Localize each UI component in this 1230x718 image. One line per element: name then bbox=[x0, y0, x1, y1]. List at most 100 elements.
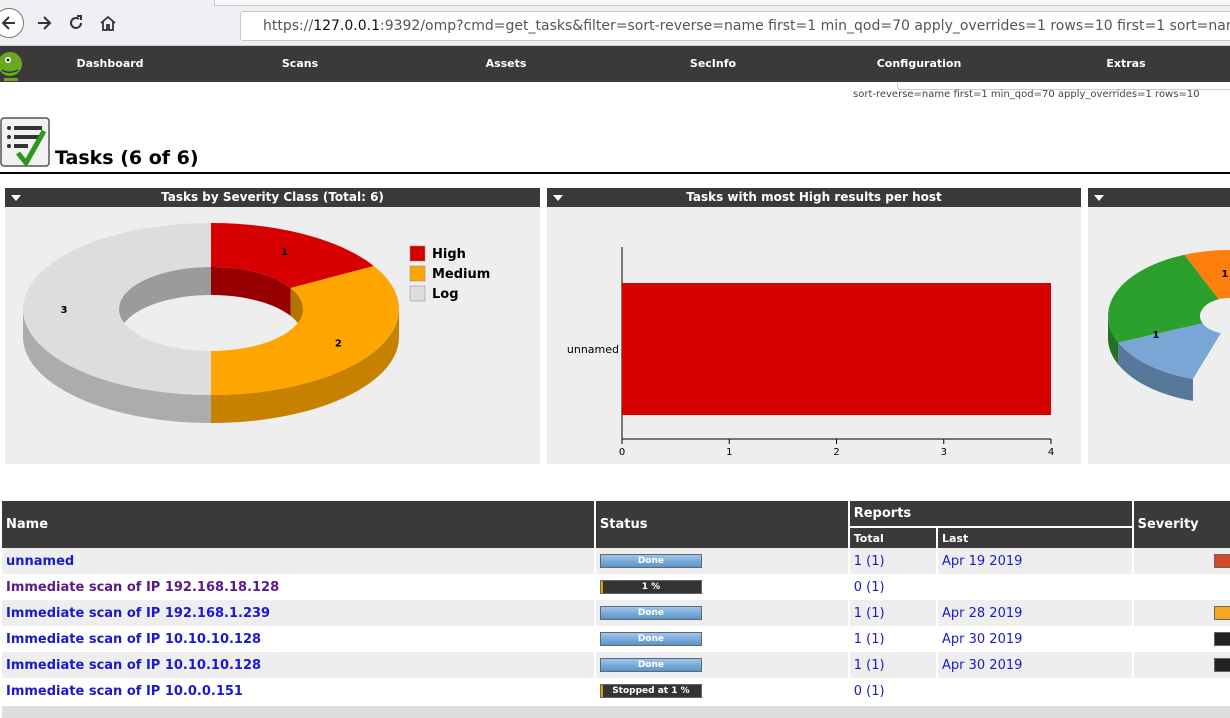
menu-scans[interactable]: Scans bbox=[230, 46, 370, 82]
x-tick-label: 1 bbox=[726, 447, 732, 458]
legend-swatch-medium bbox=[409, 265, 426, 282]
reports-last-cell: Apr 30 2019 bbox=[938, 652, 1132, 678]
column-header-status[interactable]: Status bbox=[595, 501, 848, 548]
menu-configuration[interactable]: Configuration bbox=[849, 46, 989, 82]
status-bar: Stopped at 1 % bbox=[599, 684, 702, 698]
legend-swatch-high bbox=[409, 245, 426, 262]
reports-total-link[interactable]: 0 (1) bbox=[854, 580, 885, 595]
column-header-total[interactable]: Total bbox=[849, 526, 936, 548]
reports-total-link[interactable]: 1 (1) bbox=[854, 554, 885, 569]
url-bar[interactable]: https://127.0.0.1:9392/omp?cmd=get_tasks… bbox=[240, 11, 1230, 41]
x-tick-label: 3 bbox=[941, 447, 947, 458]
task-name-cell: Immediate scan of IP 192.168.1.239 bbox=[2, 600, 594, 626]
column-header-name[interactable]: Name bbox=[2, 501, 594, 548]
reports-total-link[interactable]: 1 (1) bbox=[854, 606, 885, 621]
severity-cell bbox=[1133, 600, 1230, 626]
task-name-cell: Immediate scan of IP 10.10.10.128 bbox=[2, 626, 594, 652]
table-row: Immediate scan of IP 192.168.18.128 1 % 0 … bbox=[2, 574, 1230, 600]
menu-dashboard[interactable]: Dashboard bbox=[40, 46, 180, 82]
reports-total-link[interactable]: 0 (1) bbox=[854, 684, 885, 699]
tab-strip bbox=[214, 0, 1230, 6]
reports-last-cell: Apr 19 2019 bbox=[938, 548, 1132, 574]
progress-fill bbox=[600, 581, 603, 593]
legend-swatch-log bbox=[409, 285, 426, 302]
reports-total-cell: 0 (1) bbox=[849, 574, 936, 600]
reports-total-cell: 1 (1) bbox=[849, 652, 936, 678]
donut3-value-label: 1 bbox=[1153, 330, 1160, 341]
third-panel-header[interactable] bbox=[1088, 188, 1230, 207]
third-chart-panel: 11 bbox=[1088, 188, 1230, 464]
task-status-cell: Done bbox=[595, 626, 848, 652]
reports-total-cell: 1 (1) bbox=[849, 626, 936, 652]
bar-unnamed bbox=[622, 283, 1051, 415]
task-name-link[interactable]: Immediate scan of IP 10.10.10.128 bbox=[6, 632, 261, 647]
task-status-cell: Done bbox=[595, 652, 848, 678]
third-donut-chart: 11 bbox=[1108, 250, 1230, 401]
table-row: Immediate scan of IP 192.168.1.239 Done 1 … bbox=[2, 600, 1230, 626]
home-button[interactable] bbox=[94, 9, 122, 37]
tasks-icon bbox=[0, 117, 50, 167]
task-name-link[interactable]: Immediate scan of IP 10.10.10.128 bbox=[6, 658, 261, 673]
tasks-table: Name Status Reports Severity Total Last … bbox=[0, 501, 1230, 704]
reports-last-cell bbox=[938, 678, 1132, 704]
reports-total-cell: 1 (1) bbox=[849, 548, 936, 574]
reports-total-cell: 1 (1) bbox=[849, 600, 936, 626]
task-name-link[interactable]: Immediate scan of IP 192.168.1.239 bbox=[6, 606, 270, 621]
arrow-left-icon bbox=[1, 16, 15, 30]
high-results-bar-chart: unnamed 0 1 2 3 4 bbox=[567, 247, 1054, 458]
menu-secinfo[interactable]: SecInfo bbox=[643, 46, 783, 82]
task-name-cell: Immediate scan of IP 192.168.18.128 bbox=[2, 574, 594, 600]
status-text: Done bbox=[637, 660, 664, 670]
column-group-reports: Reports bbox=[849, 501, 1132, 527]
severity-bar bbox=[1213, 606, 1230, 620]
table-footer bbox=[2, 706, 1230, 718]
status-bar: Done bbox=[599, 554, 702, 568]
task-name-link[interactable]: unnamed bbox=[6, 554, 74, 569]
legend-label-high: High bbox=[432, 247, 466, 262]
dropdown-triangle-icon[interactable] bbox=[1094, 195, 1104, 201]
dropdown-triangle-icon[interactable] bbox=[553, 195, 563, 201]
task-status-cell: Done bbox=[595, 548, 848, 574]
x-tick-label: 4 bbox=[1048, 447, 1054, 458]
greenbone-logo-icon[interactable] bbox=[0, 48, 24, 84]
menu-assets[interactable]: Assets bbox=[436, 46, 576, 82]
status-bar: Done bbox=[599, 658, 702, 672]
column-header-last[interactable]: Last bbox=[938, 526, 1132, 548]
forward-button[interactable] bbox=[30, 9, 58, 37]
task-name-link[interactable]: Immediate scan of IP 10.0.0.151 bbox=[6, 684, 243, 699]
reports-last-link[interactable]: Apr 28 2019 bbox=[942, 606, 1022, 621]
donut-value-label: 1 bbox=[281, 247, 288, 258]
column-header-severity[interactable]: Severity bbox=[1133, 501, 1230, 548]
arrow-right-icon bbox=[38, 16, 52, 30]
status-bar: Done bbox=[599, 632, 702, 646]
browser-toolbar: https://127.0.0.1:9392/omp?cmd=get_tasks… bbox=[0, 0, 1230, 46]
legend-label-log: Log bbox=[432, 287, 459, 302]
dropdown-triangle-icon[interactable] bbox=[11, 195, 21, 201]
home-icon bbox=[100, 15, 116, 31]
table-row: Immediate scan of IP 10.10.10.128 Done 1 (… bbox=[2, 626, 1230, 652]
reports-last-link[interactable]: Apr 30 2019 bbox=[942, 658, 1022, 673]
url-text: https://127.0.0.1:9392/omp?cmd=get_tasks… bbox=[263, 18, 1230, 34]
reload-icon bbox=[70, 15, 82, 29]
reports-last-link[interactable]: Apr 19 2019 bbox=[942, 554, 1022, 569]
reports-total-link[interactable]: 1 (1) bbox=[854, 658, 885, 673]
legend-label-medium: Medium bbox=[432, 267, 490, 282]
high-results-panel-header[interactable]: Tasks with most High results per host bbox=[547, 188, 1081, 207]
progress-fill bbox=[600, 685, 603, 697]
status-bar: Done bbox=[599, 606, 702, 620]
reports-last-link[interactable]: Apr 30 2019 bbox=[942, 632, 1022, 647]
task-name-link[interactable]: Immediate scan of IP 192.168.18.128 bbox=[6, 580, 279, 595]
table-row: unnamed Done 1 (1) Apr 19 2019 bbox=[2, 548, 1230, 574]
table-row: Immediate scan of IP 10.10.10.128 Done 1 (… bbox=[2, 652, 1230, 678]
x-tick-label: 2 bbox=[833, 447, 839, 458]
severity-cell bbox=[1133, 626, 1230, 652]
reload-button[interactable] bbox=[62, 9, 90, 37]
back-button[interactable] bbox=[0, 8, 24, 38]
donut3-value-label: 1 bbox=[1222, 269, 1229, 280]
table-row: Immediate scan of IP 10.0.0.151 Stopped a… bbox=[2, 678, 1230, 704]
reports-total-link[interactable]: 1 (1) bbox=[854, 632, 885, 647]
severity-panel-header[interactable]: Tasks by Severity Class (Total: 6) bbox=[5, 188, 540, 207]
menu-extras[interactable]: Extras bbox=[1056, 46, 1196, 82]
reports-last-cell bbox=[938, 574, 1132, 600]
severity-cell bbox=[1133, 574, 1230, 600]
